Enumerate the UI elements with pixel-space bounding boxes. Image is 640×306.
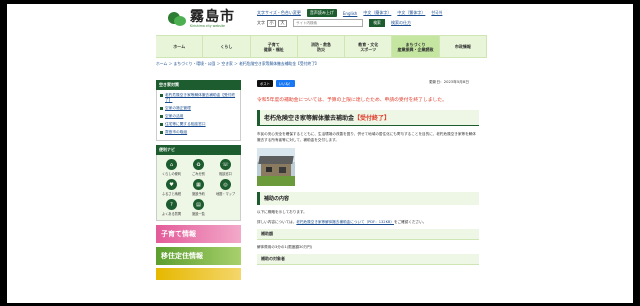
calendar-icon: ▦ — [193, 179, 204, 190]
sidebar-heading: 空き家対策 — [156, 80, 241, 90]
bullet-icon — [160, 107, 163, 110]
nav-bousai[interactable]: 消防・救急 防災 — [298, 36, 346, 57]
nav-shisei[interactable]: 市政情報 — [440, 36, 487, 57]
navi-item[interactable]: ♥ ふるさと納税 — [159, 179, 184, 196]
bullet-icon — [160, 94, 163, 97]
main-content: ポスト いいね！ 更新日：2023年5月8日 令和5年度の補助金については、予算… — [257, 80, 479, 265]
sidebar-link-list: 老朽危険空き家等解体撤去補助金【受付終了】 空家の適正管理 空家の活用 住宅等に… — [156, 90, 241, 141]
bullet-icon — [160, 131, 163, 134]
bullet-icon — [160, 123, 163, 126]
description: 市民の安心安全を確保するとともに、生活環境の改善を図り、併せて地域の居住化にも寄… — [257, 132, 476, 142]
closed-tag: 【受付終了】 — [354, 115, 391, 122]
navi-item[interactable]: ▤ 施設一覧 — [186, 199, 211, 216]
ijyu-banner[interactable]: 移住定住情報 — [156, 247, 241, 265]
facebook-like-button[interactable]: いいね！ — [275, 80, 296, 87]
logo-title: 霧島市 — [190, 9, 235, 25]
navi-item[interactable]: ⌂ くらしの便利 — [159, 159, 184, 176]
nav-kurashi[interactable]: くらし — [203, 36, 251, 57]
pdf-link[interactable]: 老朽危険空き家等解体撤去補助金について（PDF：132KB） — [296, 220, 394, 224]
subsection-heading: 補助の対象者 — [257, 254, 479, 265]
navi-item[interactable]: ♻ ごみ分別 — [186, 159, 211, 176]
voice-button[interactable]: 音声読み上げ — [306, 9, 337, 17]
search-row: 文字 小 大 検索 検索の仕方 — [257, 19, 411, 27]
updated-date: 更新日：2023年5月8日 — [429, 80, 469, 84]
navi-item[interactable]: ? よくある質問 — [159, 199, 184, 216]
search-button[interactable]: 検索 — [369, 19, 385, 27]
x-share-button[interactable]: ポスト — [257, 80, 273, 87]
lang-zh-cn-link[interactable]: 中文（簡体字） — [363, 10, 391, 16]
breadcrumb[interactable]: ホーム ＞ まちづくり・環境・公園 ＞ 空き家 ＞ 老朽危険空き家等解体撤去補助… — [156, 61, 319, 67]
utility-links: 文字サイズ・色合い変更 音声読み上げ English 中文（簡体字） 中文（繁体… — [257, 9, 442, 17]
recycle-icon: ♻ — [193, 159, 204, 170]
benri-navi-heading: 便利ナビ — [156, 145, 241, 155]
section-heading: 補助の内容 — [257, 192, 479, 205]
nav-kyouiku[interactable]: 教育・文化 スポーツ — [345, 36, 393, 57]
phone-icon: ☏ — [220, 159, 231, 170]
subsection-text: 解体費用の3分の1(限度額30万円) — [257, 245, 313, 249]
house-photo — [257, 148, 295, 186]
search-input[interactable] — [293, 19, 363, 27]
search-help-link[interactable]: 検索の仕方 — [391, 20, 411, 26]
size-small-button[interactable]: 小 — [267, 19, 276, 27]
navi-item[interactable]: ☏ 相談窓口 — [213, 159, 238, 176]
sidebar-link[interactable]: 霧島市の取組 — [160, 130, 237, 135]
size-large-button[interactable]: 大 — [278, 19, 287, 27]
list-icon: ▤ — [193, 199, 204, 210]
navi-item[interactable]: ▦ 施設予約 — [186, 179, 211, 196]
map-icon: ◎ — [220, 179, 231, 190]
logo-mark-icon — [168, 10, 186, 28]
nav-machizukuri[interactable]: まちづくり 産業振興・企業誘致 — [392, 36, 440, 57]
lang-ko-link[interactable]: 한국어 — [431, 10, 442, 16]
global-nav: ホーム くらし 子育て 健康・福祉 消防・救急 防災 教育・文化 スポーツ まち… — [156, 35, 487, 58]
sidebar-link[interactable]: 住宅等に関する相談窓口 — [160, 122, 237, 127]
site-logo[interactable]: 霧島市 Kirishima city website — [168, 10, 235, 28]
nav-home[interactable]: ホーム — [156, 36, 204, 57]
text-size-box: 文字 小 大 — [257, 19, 287, 27]
lang-english-link[interactable]: English — [343, 11, 357, 16]
subsection-heading: 補助額 — [257, 229, 479, 240]
promo-banner[interactable] — [156, 268, 241, 280]
page-title: 老朽危険空き家等解体撤去補助金【受付終了】 — [257, 110, 479, 126]
sidebar-link[interactable]: 老朽危険空き家等解体撤去補助金【受付終了】 — [160, 93, 237, 103]
question-icon: ? — [166, 199, 177, 210]
kosodate-banner[interactable]: 子育て情報 — [156, 225, 241, 243]
heart-icon: ♥ — [166, 179, 177, 190]
sidebar-link[interactable]: 空家の適正管理 — [160, 106, 237, 111]
bullet-icon — [160, 115, 163, 118]
closed-notice: 令和5年度の補助金については、予算の上限に達したため、申請の受付を終了しました。 — [257, 98, 447, 103]
text-size-link[interactable]: 文字サイズ・色合い変更 — [257, 10, 301, 16]
sidebar: 空き家対策 老朽危険空き家等解体撤去補助金【受付終了】 空家の適正管理 空家の活… — [156, 80, 241, 280]
home-icon: ⌂ — [166, 159, 177, 170]
sidebar-link[interactable]: 空家の活用 — [160, 114, 237, 119]
nav-kosodate[interactable]: 子育て 健康・福祉 — [251, 36, 298, 57]
benri-navi-grid: ⌂ くらしの便利 ♻ ごみ分別 ☏ 相談窓口 ♥ ふるさと納税 ▦ 施設予約 ◎ 地図・マッ… — [156, 155, 241, 221]
lang-zh-tw-link[interactable]: 中文（繁体字） — [397, 10, 425, 16]
section-text: 以下に概略を示しております。 — [257, 210, 307, 214]
size-label: 文字 — [257, 20, 265, 25]
window-frame: 霧島市 Kirishima city website 文字サイズ・色合い変更 音… — [0, 0, 640, 306]
section-detail-text: 詳しい内容については、老朽危険空き家等解体撤去補助金について（PDF：132KB… — [257, 220, 427, 224]
page: 霧島市 Kirishima city website 文字サイズ・色合い変更 音… — [7, 4, 633, 303]
navi-item[interactable]: ◎ 地図・マップ — [213, 179, 238, 196]
